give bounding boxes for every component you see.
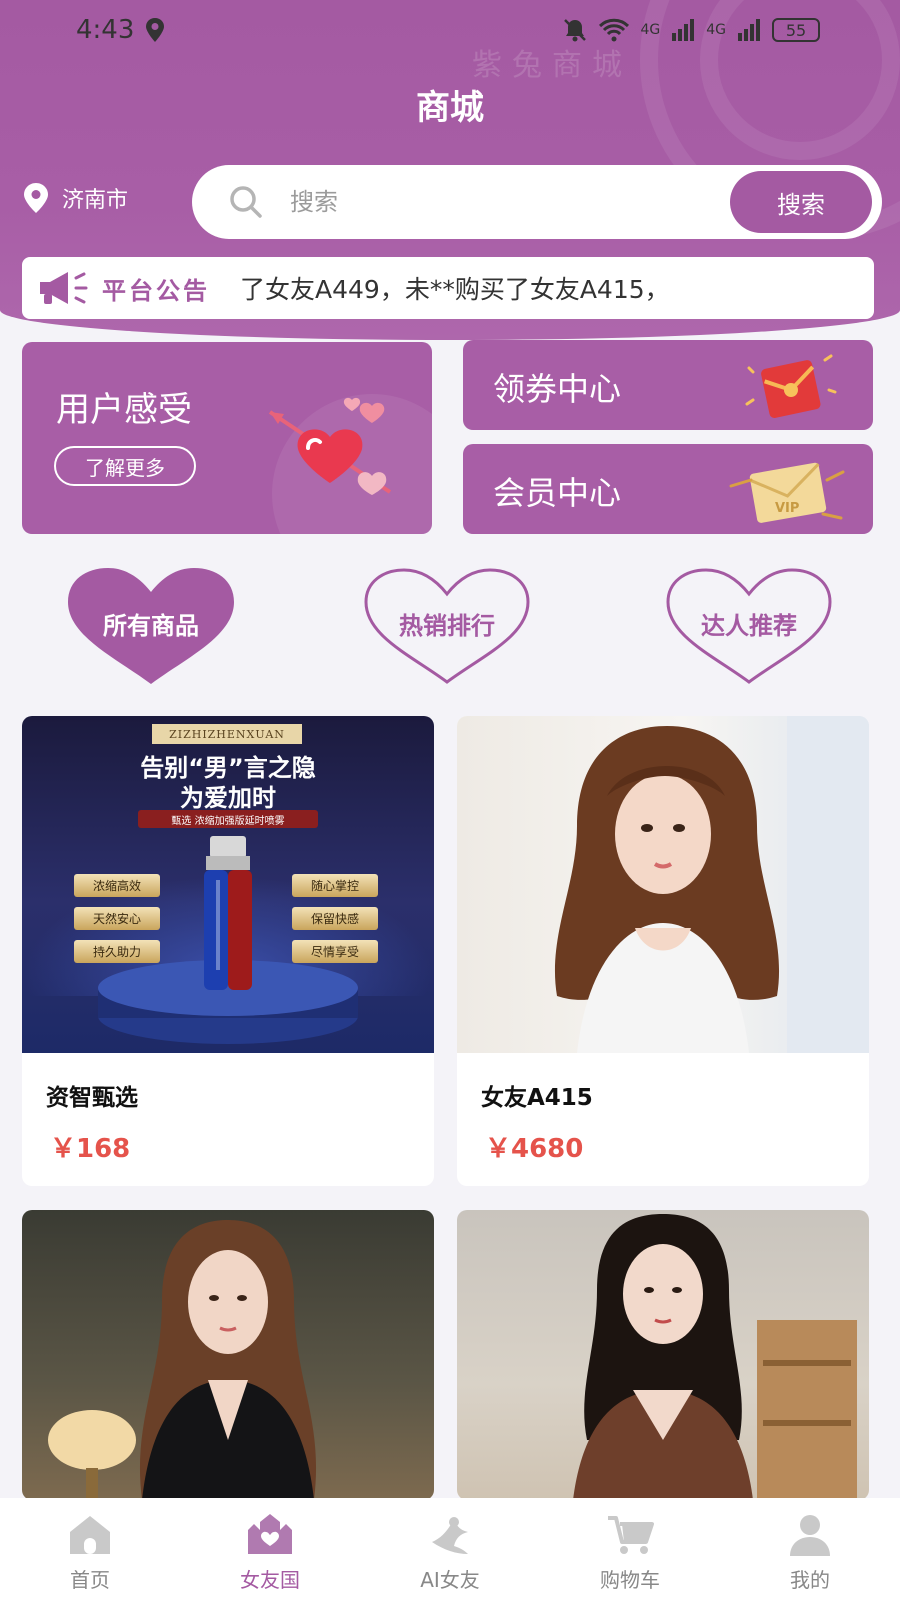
castle-icon xyxy=(248,1514,292,1554)
tab-label: 我的 xyxy=(790,1568,830,1592)
product-image xyxy=(22,1210,434,1500)
product-name: 资智甄选 xyxy=(46,1085,138,1111)
model-photo-icon xyxy=(48,1220,317,1500)
category-label: 达人推荐 xyxy=(701,612,797,640)
user-experience-card[interactable]: 用户感受 了解更多 xyxy=(22,342,432,534)
vip-card-icon: VIP xyxy=(729,462,845,523)
spray-bottle-icon xyxy=(98,836,358,1044)
vip-text: VIP xyxy=(775,501,799,516)
tab-cart[interactable]: 购物车 xyxy=(540,1498,720,1600)
tab-ai-girlfriend[interactable]: AI女友 xyxy=(360,1498,540,1600)
user-icon xyxy=(790,1515,830,1556)
signal-bars-icon xyxy=(672,19,695,41)
cart-icon xyxy=(608,1516,654,1554)
member-center-card[interactable]: 会员中心 VIP xyxy=(463,444,873,534)
location-pin-icon xyxy=(24,183,48,213)
status-bar-left: 4:43 xyxy=(76,10,166,50)
coupon-center-card[interactable]: 领券中心 xyxy=(463,340,873,430)
product-price: ￥168 xyxy=(50,1134,131,1164)
learn-more-button[interactable]: 了解更多 xyxy=(54,446,196,486)
location-pin-icon xyxy=(146,18,165,42)
model-photo-icon xyxy=(554,716,869,1053)
tab-label: 女友国 xyxy=(240,1568,300,1592)
search-input[interactable] xyxy=(290,188,730,216)
page-title: 商城 xyxy=(416,88,484,128)
location-city: 济南市 xyxy=(62,188,129,213)
tab-profile[interactable]: 我的 xyxy=(720,1498,900,1600)
status-time: 4:43 xyxy=(76,15,135,45)
signal-bars-icon xyxy=(738,19,760,41)
megaphone-icon xyxy=(40,272,88,304)
tab-label: 购物车 xyxy=(600,1568,660,1592)
notice-text: 了女友A449，未**购买了女友A415， xyxy=(240,275,670,304)
member-center-title: 会员中心 xyxy=(493,474,622,512)
product-card[interactable] xyxy=(457,1210,869,1500)
product-price: ￥4680 xyxy=(485,1134,584,1164)
category-all-products[interactable]: 所有商品 xyxy=(66,566,236,686)
product-card[interactable]: ZIZHIZHENXUAN 告别“男”言之隐 为爱加时 甄选 浓缩加强版延时喷雾… xyxy=(22,716,434,1186)
tab-label: AI女友 xyxy=(420,1568,480,1592)
tab-home[interactable]: 首页 xyxy=(0,1498,180,1600)
product-image: ZIZHIZHENXUAN 告别“男”言之隐 为爱加时 甄选 浓缩加强版延时喷雾… xyxy=(22,716,434,1053)
category-hot-ranking[interactable]: 热销排行 xyxy=(362,566,532,686)
battery-icon: 55 xyxy=(772,18,820,42)
status-bar-right: 4G 4G 55 xyxy=(562,10,820,50)
heart-arrow-icon xyxy=(268,397,392,495)
category-label: 热销排行 xyxy=(399,612,495,640)
product-card[interactable]: 女友A415 ￥4680 xyxy=(457,716,869,1186)
search-icon xyxy=(230,186,262,218)
home-icon xyxy=(70,1516,110,1554)
app-root: 紫兔商城 4:43 4G 4G 55 商城 济南市 搜索 平台公告 了女友A44… xyxy=(0,0,900,1600)
user-experience-title: 用户感受 xyxy=(56,390,192,430)
signal-label-1: 4G xyxy=(640,22,661,38)
tab-girlfriend-kingdom[interactable]: 女友国 xyxy=(180,1498,360,1600)
search-bar: 搜索 xyxy=(192,165,882,239)
bottom-tab-bar: 首页 女友国 AI女友 购物车 我的 xyxy=(0,1498,900,1600)
search-button[interactable]: 搜索 xyxy=(730,171,872,233)
wifi-icon xyxy=(599,18,630,42)
location-selector[interactable]: 济南市 xyxy=(22,182,128,214)
model-photo-icon xyxy=(573,1214,857,1500)
product-image xyxy=(457,716,869,1053)
notice-label: 平台公告 xyxy=(102,276,210,305)
product-name: 女友A415 xyxy=(481,1085,593,1111)
ai-figure-icon xyxy=(432,1517,468,1554)
product-card[interactable] xyxy=(22,1210,434,1500)
platform-notice[interactable]: 平台公告 了女友A449，未**购买了女友A415， xyxy=(22,257,874,319)
product-image xyxy=(457,1210,869,1500)
red-envelope-icon xyxy=(745,354,837,418)
category-label: 所有商品 xyxy=(103,612,199,640)
tab-label: 首页 xyxy=(70,1568,110,1592)
signal-label-2: 4G xyxy=(706,22,726,38)
category-expert-picks[interactable]: 达人推荐 xyxy=(664,566,834,686)
bell-muted-icon xyxy=(564,19,587,42)
coupon-center-title: 领券中心 xyxy=(493,370,622,408)
